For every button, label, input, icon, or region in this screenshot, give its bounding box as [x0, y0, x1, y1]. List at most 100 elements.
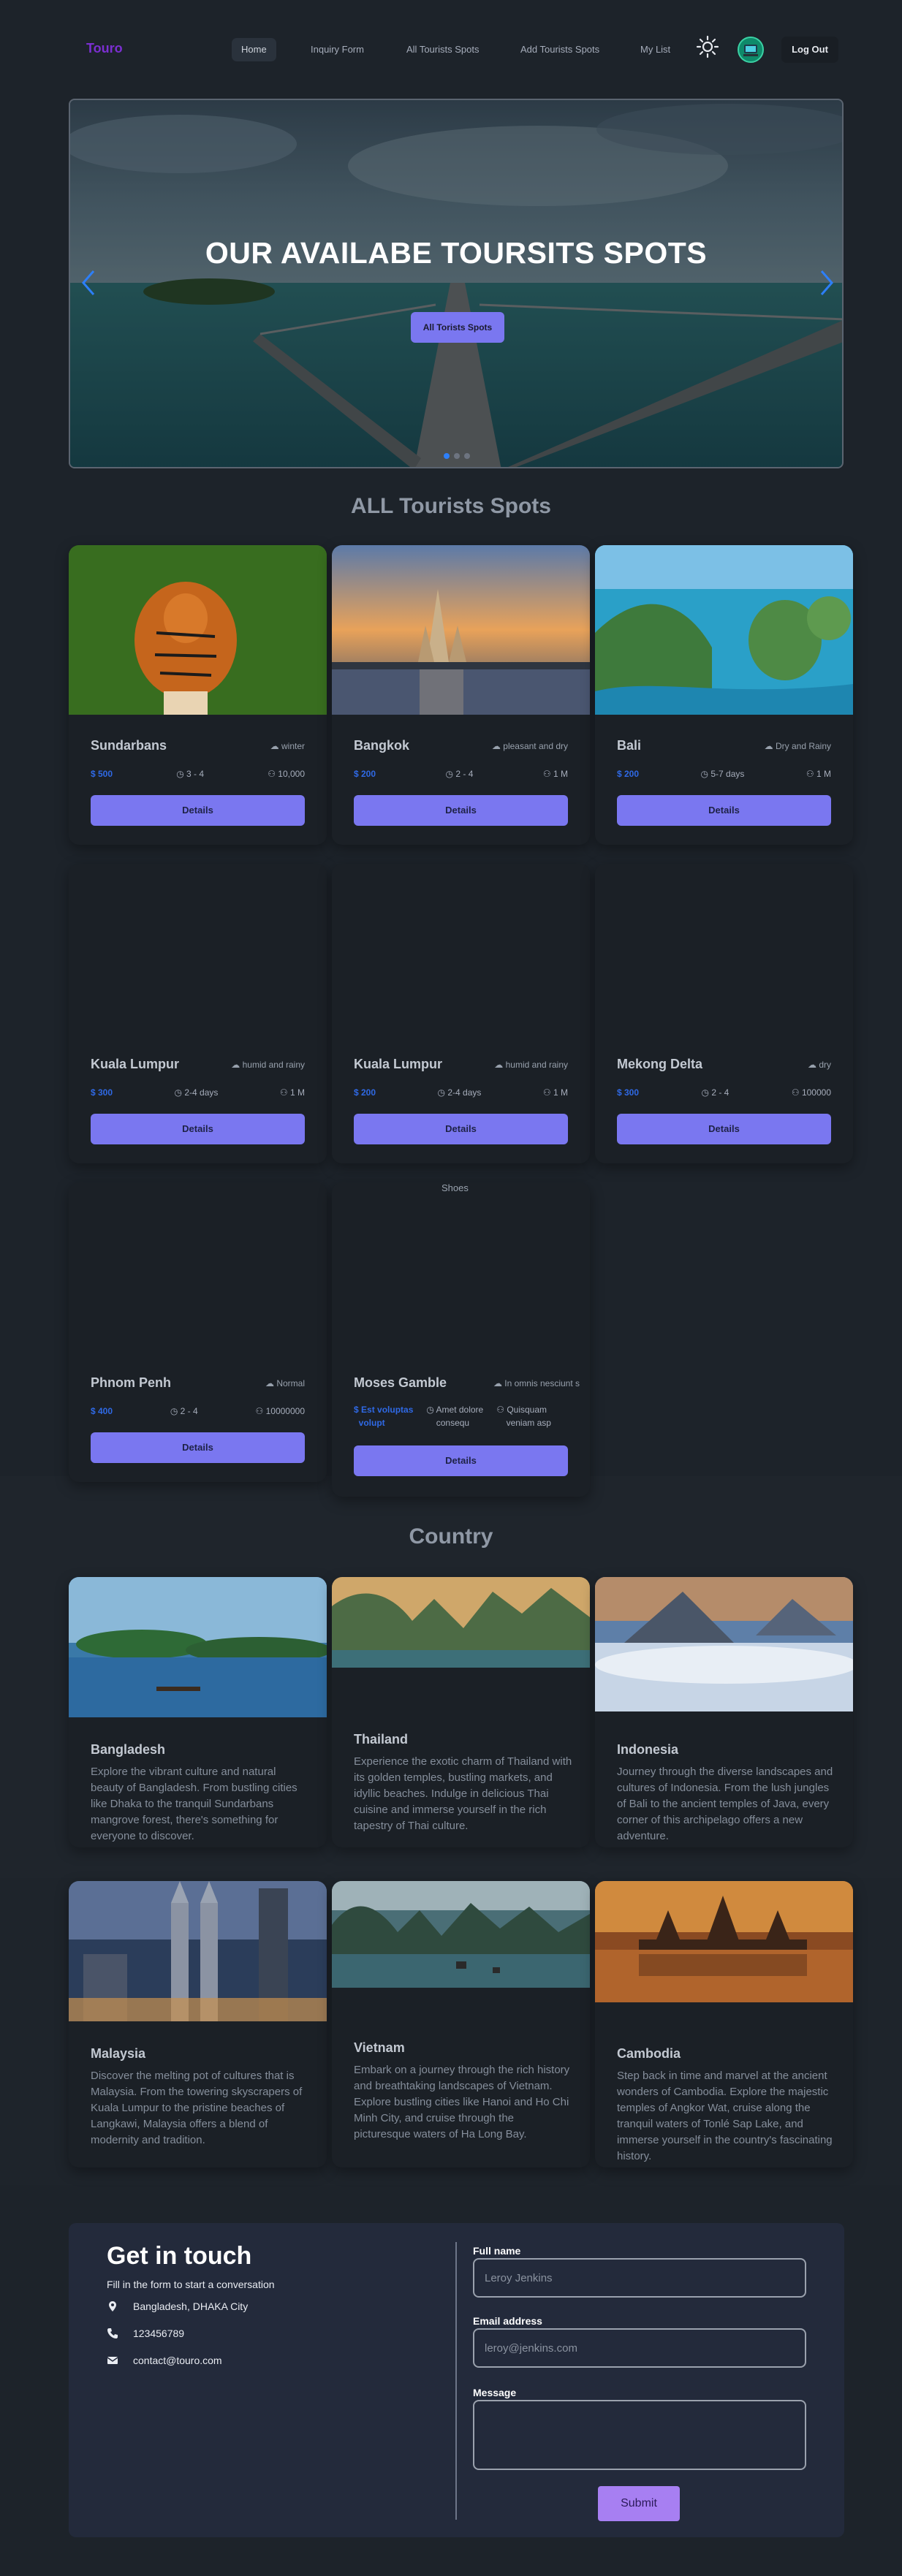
- spot-image-empty: [332, 864, 590, 1033]
- country-description: Experience the exotic charm of Thailand …: [354, 1755, 572, 1832]
- spot-stats: $ 300 ◷ 2-4 days ⚇ 1 M: [91, 1087, 305, 1098]
- nav-all-tourists-spots[interactable]: All Tourists Spots: [397, 38, 488, 61]
- country-name: Indonesia: [617, 1742, 679, 1757]
- spot-season-text: dry: [819, 1060, 831, 1070]
- spot-time-text: 5-7 days: [710, 769, 745, 779]
- email-input[interactable]: [473, 2328, 806, 2368]
- spot-cost: $ Est voluptas volupt: [354, 1405, 414, 1428]
- spot-season: ☁ humid and rainy: [494, 1060, 568, 1070]
- details-button[interactable]: Details: [617, 795, 831, 826]
- spot-time-text: 2-4 days: [447, 1087, 482, 1098]
- country-card[interactable]: Bangladesh Explore the vibrant culture a…: [69, 1577, 327, 1847]
- spot-visitors-line2: veniam asp: [506, 1418, 551, 1428]
- nav-inquiry-form[interactable]: Inquiry Form: [301, 38, 374, 61]
- spot-name: Mekong Delta: [617, 1057, 703, 1071]
- spot-stats: $ 200 ◷ 5-7 days ⚇ 1 M: [617, 769, 831, 779]
- spot-time-text: 2 - 4: [455, 769, 474, 779]
- spot-season: ☁ In omnis nesciunt s: [493, 1378, 580, 1388]
- spot-visitors: ⚇ 1 M: [279, 1087, 305, 1098]
- spot-cost-line1: Est voluptas: [361, 1405, 414, 1415]
- spot-stats: $ 200 ◷ 2 - 4 ⚇ 1 M: [354, 769, 568, 779]
- spot-visitors-text: 100000: [801, 1087, 831, 1098]
- all-tourist-spots-button[interactable]: All Torists Spots: [411, 312, 504, 343]
- spot-stats: $ 400 ◷ 2 - 4 ⚇ 10000000: [91, 1406, 305, 1416]
- spots-section-title: ALL Tourists Spots: [351, 494, 551, 518]
- carousel-prev-arrow-icon[interactable]: [77, 261, 99, 305]
- country-card[interactable]: Thailand Experience the exotic charm of …: [332, 1577, 590, 1847]
- carousel-pagination[interactable]: [444, 453, 470, 459]
- logo[interactable]: Touro: [86, 41, 123, 56]
- email-label: Email address: [473, 2315, 542, 2327]
- fullname-label: Full name: [473, 2245, 521, 2257]
- spot-name: Moses Gamble: [354, 1375, 447, 1390]
- country-card[interactable]: Indonesia Journey through the diverse la…: [595, 1577, 853, 1847]
- spot-card: Sundarbans ☁ winter $ 500 ◷ 3 - 4 ⚇ 10,000…: [69, 545, 327, 845]
- spot-visitors: ⚇ 1 M: [542, 1087, 568, 1098]
- spot-season-text: Dry and Rainy: [775, 741, 831, 751]
- contact-phone-text: 123456789: [133, 2328, 185, 2339]
- details-button[interactable]: Details: [91, 1114, 305, 1144]
- spot-time: ◷ 2-4 days: [174, 1087, 219, 1098]
- nav-my-list[interactable]: My List: [631, 38, 680, 61]
- details-button[interactable]: Details: [91, 795, 305, 826]
- contact-phone: 123456789: [107, 2328, 184, 2339]
- details-button[interactable]: Details: [354, 1445, 568, 1476]
- spot-image: [332, 545, 590, 715]
- spot-time: ◷ 2-4 days: [437, 1087, 482, 1098]
- spot-name: Sundarbans: [91, 738, 167, 753]
- contact-email: contact@touro.com: [107, 2355, 222, 2366]
- spot-time-text: 2 - 4: [180, 1406, 198, 1416]
- spot-season: ☁ pleasant and dry: [491, 741, 568, 751]
- submit-button[interactable]: Submit: [598, 2486, 680, 2521]
- spot-image-empty: [69, 864, 327, 1033]
- spot-visitors-text: 1 M: [553, 1087, 568, 1098]
- theme-toggle-sun-icon[interactable]: [696, 35, 719, 58]
- spot-time-text: 2-4 days: [184, 1087, 219, 1098]
- spot-time: ◷ 2 - 4: [170, 1406, 198, 1416]
- spot-cost: $ 200: [617, 769, 640, 779]
- contact-subtitle: Fill in the form to start a conversation: [107, 2279, 275, 2290]
- spot-image-empty: [69, 1182, 327, 1352]
- spot-stats: $ 500 ◷ 3 - 4 ⚇ 10,000: [91, 769, 305, 779]
- nav-add-tourists-spots[interactable]: Add Tourists Spots: [511, 38, 609, 61]
- spot-season-text: humid and rainy: [505, 1060, 568, 1070]
- logout-button[interactable]: Log Out: [781, 37, 838, 63]
- spot-visitors: ⚇ 1 M: [542, 769, 568, 779]
- details-button[interactable]: Details: [91, 1432, 305, 1463]
- spot-name: Kuala Lumpur: [91, 1057, 180, 1071]
- contact-address: Bangladesh, DHAKA City: [107, 2300, 248, 2312]
- spot-visitors: ⚇ 10000000: [255, 1406, 305, 1416]
- country-card[interactable]: Cambodia Step back in time and marvel at…: [595, 1881, 853, 2167]
- carousel-dot[interactable]: [454, 453, 460, 459]
- message-textarea[interactable]: [473, 2400, 806, 2470]
- carousel-dot[interactable]: [444, 453, 450, 459]
- spot-visitors-line1: Quisquam: [507, 1405, 547, 1415]
- country-image: [332, 1881, 590, 1988]
- spot-cost: $ 200: [354, 769, 376, 779]
- spot-season: ☁ Normal: [265, 1378, 305, 1388]
- contact-address-text: Bangladesh, DHAKA City: [133, 2300, 249, 2312]
- spot-visitors: ⚇ Quisquam veniam asp: [496, 1405, 551, 1428]
- nav-home[interactable]: Home: [232, 38, 276, 61]
- image-alt-text: Shoes: [441, 1182, 469, 1193]
- hero-carousel: OUR AVAILABE TOURSITS SPOTS All Torists …: [69, 99, 844, 468]
- country-card[interactable]: Malaysia Discover the melting pot of cul…: [69, 1881, 327, 2167]
- spot-time: ◷ 2 - 4: [701, 1087, 729, 1098]
- details-button[interactable]: Details: [354, 1114, 568, 1144]
- spot-season-text: Normal: [276, 1378, 305, 1388]
- user-avatar[interactable]: [738, 37, 764, 63]
- country-image: [69, 1881, 327, 2021]
- spot-visitors-text: 1 M: [289, 1087, 305, 1098]
- spot-card: Shoes Moses Gamble ☁ In omnis nesciunt s…: [332, 1182, 590, 1497]
- spot-card: Phnom Penh ☁ Normal $ 400 ◷ 2 - 4 ⚇ 100000…: [69, 1182, 327, 1482]
- fullname-input[interactable]: [473, 2258, 806, 2298]
- country-card[interactable]: Vietnam Embark on a journey through the …: [332, 1881, 590, 2167]
- spot-visitors-text: 1 M: [816, 769, 831, 779]
- contact-section: Get in touch Fill in the form to start a…: [69, 2223, 844, 2537]
- details-button[interactable]: Details: [354, 795, 568, 826]
- carousel-next-arrow-icon[interactable]: [816, 261, 838, 305]
- carousel-dot[interactable]: [464, 453, 470, 459]
- country-description: Embark on a journey through the rich his…: [354, 2064, 570, 2140]
- mail-icon: [107, 2357, 118, 2364]
- details-button[interactable]: Details: [617, 1114, 831, 1144]
